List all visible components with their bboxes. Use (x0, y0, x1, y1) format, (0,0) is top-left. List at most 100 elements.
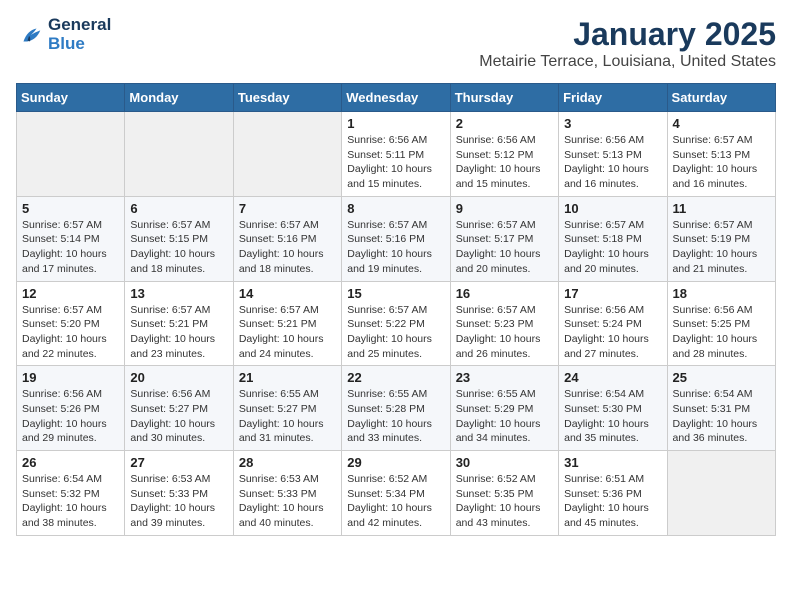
day-info: Sunrise: 6:57 AM Sunset: 5:19 PM Dayligh… (673, 218, 770, 277)
weekday-header-wednesday: Wednesday (342, 84, 450, 112)
day-number: 18 (673, 286, 770, 301)
day-number: 27 (130, 455, 227, 470)
calendar-cell: 27 Sunrise: 6:53 AM Sunset: 5:33 PM Dayli… (125, 451, 233, 536)
calendar-cell: 17 Sunrise: 6:56 AM Sunset: 5:24 PM Dayli… (559, 281, 667, 366)
weekday-header-tuesday: Tuesday (233, 84, 341, 112)
weekday-header-thursday: Thursday (450, 84, 558, 112)
day-number: 15 (347, 286, 444, 301)
day-info: Sunrise: 6:56 AM Sunset: 5:12 PM Dayligh… (456, 133, 553, 192)
day-info: Sunrise: 6:53 AM Sunset: 5:33 PM Dayligh… (130, 472, 227, 531)
day-number: 8 (347, 201, 444, 216)
day-number: 30 (456, 455, 553, 470)
weekday-header-sunday: Sunday (17, 84, 125, 112)
logo-text: General Blue (48, 16, 111, 53)
day-info: Sunrise: 6:56 AM Sunset: 5:27 PM Dayligh… (130, 387, 227, 446)
day-info: Sunrise: 6:57 AM Sunset: 5:18 PM Dayligh… (564, 218, 661, 277)
calendar-cell: 29Sunrise: 6:52 AM Sunset: 5:34 PM Dayli… (342, 451, 450, 536)
week-row-3: 12 Sunrise: 6:57 AM Sunset: 5:20 PM Dayli… (17, 281, 776, 366)
day-number: 11 (673, 201, 770, 216)
calendar-cell: 3 Sunrise: 6:56 AM Sunset: 5:13 PM Daylig… (559, 112, 667, 197)
week-row-1: 1 Sunrise: 6:56 AM Sunset: 5:11 PM Daylig… (17, 112, 776, 197)
day-info: Sunrise: 6:56 AM Sunset: 5:13 PM Dayligh… (564, 133, 661, 192)
calendar-cell: 2 Sunrise: 6:56 AM Sunset: 5:12 PM Daylig… (450, 112, 558, 197)
day-number: 19 (22, 370, 119, 385)
day-info: Sunrise: 6:54 AM Sunset: 5:30 PM Dayligh… (564, 387, 661, 446)
day-info: Sunrise: 6:56 AM Sunset: 5:25 PM Dayligh… (673, 303, 770, 362)
calendar-cell (17, 112, 125, 197)
calendar-cell: 19 Sunrise: 6:56 AM Sunset: 5:26 PM Dayli… (17, 366, 125, 451)
day-info: Sunrise: 6:57 AM Sunset: 5:21 PM Dayligh… (130, 303, 227, 362)
day-number: 25 (673, 370, 770, 385)
day-number: 29 (347, 455, 444, 470)
calendar-cell: 28 Sunrise: 6:53 AM Sunset: 5:33 PM Dayli… (233, 451, 341, 536)
day-number: 31 (564, 455, 661, 470)
calendar-cell: 11 Sunrise: 6:57 AM Sunset: 5:19 PM Dayli… (667, 196, 775, 281)
calendar-cell: 8 Sunrise: 6:57 AM Sunset: 5:16 PM Daylig… (342, 196, 450, 281)
logo-bird-icon (16, 21, 44, 49)
day-number: 3 (564, 116, 661, 131)
day-info: Sunrise: 6:57 AM Sunset: 5:21 PM Dayligh… (239, 303, 336, 362)
calendar-cell: 31Sunrise: 6:51 AM Sunset: 5:36 PM Dayli… (559, 451, 667, 536)
calendar-cell: 1 Sunrise: 6:56 AM Sunset: 5:11 PM Daylig… (342, 112, 450, 197)
day-number: 22 (347, 370, 444, 385)
calendar-cell: 5 Sunrise: 6:57 AM Sunset: 5:14 PM Daylig… (17, 196, 125, 281)
day-info: Sunrise: 6:57 AM Sunset: 5:14 PM Dayligh… (22, 218, 119, 277)
calendar-cell: 30 Sunrise: 6:52 AM Sunset: 5:35 PM Dayli… (450, 451, 558, 536)
day-info: Sunrise: 6:57 AM Sunset: 5:16 PM Dayligh… (347, 218, 444, 277)
day-info: Sunrise: 6:55 AM Sunset: 5:27 PM Dayligh… (239, 387, 336, 446)
week-row-5: 26 Sunrise: 6:54 AM Sunset: 5:32 PM Dayli… (17, 451, 776, 536)
day-number: 12 (22, 286, 119, 301)
calendar-cell: 13 Sunrise: 6:57 AM Sunset: 5:21 PM Dayli… (125, 281, 233, 366)
day-info: Sunrise: 6:53 AM Sunset: 5:33 PM Dayligh… (239, 472, 336, 531)
day-number: 16 (456, 286, 553, 301)
weekday-header-monday: Monday (125, 84, 233, 112)
day-info: Sunrise: 6:55 AM Sunset: 5:29 PM Dayligh… (456, 387, 553, 446)
calendar-cell: 16Sunrise: 6:57 AM Sunset: 5:23 PM Dayli… (450, 281, 558, 366)
day-number: 6 (130, 201, 227, 216)
day-number: 1 (347, 116, 444, 131)
month-title: January 2025 (479, 16, 776, 53)
day-number: 21 (239, 370, 336, 385)
day-number: 4 (673, 116, 770, 131)
day-number: 23 (456, 370, 553, 385)
calendar-cell (233, 112, 341, 197)
calendar-cell: 22 Sunrise: 6:55 AM Sunset: 5:28 PM Dayli… (342, 366, 450, 451)
day-info: Sunrise: 6:55 AM Sunset: 5:28 PM Dayligh… (347, 387, 444, 446)
day-info: Sunrise: 6:54 AM Sunset: 5:32 PM Dayligh… (22, 472, 119, 531)
calendar-cell: 4 Sunrise: 6:57 AM Sunset: 5:13 PM Daylig… (667, 112, 775, 197)
day-info: Sunrise: 6:57 AM Sunset: 5:15 PM Dayligh… (130, 218, 227, 277)
day-number: 28 (239, 455, 336, 470)
day-number: 9 (456, 201, 553, 216)
day-number: 14 (239, 286, 336, 301)
week-row-4: 19 Sunrise: 6:56 AM Sunset: 5:26 PM Dayli… (17, 366, 776, 451)
weekday-header-friday: Friday (559, 84, 667, 112)
calendar-cell: 21 Sunrise: 6:55 AM Sunset: 5:27 PM Dayli… (233, 366, 341, 451)
day-number: 13 (130, 286, 227, 301)
day-info: Sunrise: 6:57 AM Sunset: 5:20 PM Dayligh… (22, 303, 119, 362)
day-number: 24 (564, 370, 661, 385)
day-info: Sunrise: 6:56 AM Sunset: 5:26 PM Dayligh… (22, 387, 119, 446)
week-row-2: 5 Sunrise: 6:57 AM Sunset: 5:14 PM Daylig… (17, 196, 776, 281)
calendar-cell: 24 Sunrise: 6:54 AM Sunset: 5:30 PM Dayli… (559, 366, 667, 451)
calendar-cell: 25 Sunrise: 6:54 AM Sunset: 5:31 PM Dayli… (667, 366, 775, 451)
day-info: Sunrise: 6:57 AM Sunset: 5:22 PM Dayligh… (347, 303, 444, 362)
day-number: 10 (564, 201, 661, 216)
calendar-cell: 26 Sunrise: 6:54 AM Sunset: 5:32 PM Dayli… (17, 451, 125, 536)
day-info: Sunrise: 6:56 AM Sunset: 5:11 PM Dayligh… (347, 133, 444, 192)
day-number: 26 (22, 455, 119, 470)
day-info: Sunrise: 6:54 AM Sunset: 5:31 PM Dayligh… (673, 387, 770, 446)
day-info: Sunrise: 6:57 AM Sunset: 5:13 PM Dayligh… (673, 133, 770, 192)
title-area: January 2025 Metairie Terrace, Louisiana… (479, 16, 776, 71)
day-info: Sunrise: 6:57 AM Sunset: 5:16 PM Dayligh… (239, 218, 336, 277)
day-number: 2 (456, 116, 553, 131)
calendar-cell: 14 Sunrise: 6:57 AM Sunset: 5:21 PM Dayli… (233, 281, 341, 366)
logo: General Blue (16, 16, 111, 53)
day-info: Sunrise: 6:52 AM Sunset: 5:35 PM Dayligh… (456, 472, 553, 531)
day-number: 5 (22, 201, 119, 216)
day-info: Sunrise: 6:56 AM Sunset: 5:24 PM Dayligh… (564, 303, 661, 362)
calendar-cell: 15 Sunrise: 6:57 AM Sunset: 5:22 PM Dayli… (342, 281, 450, 366)
day-number: 17 (564, 286, 661, 301)
calendar-cell: 23 Sunrise: 6:55 AM Sunset: 5:29 PM Dayli… (450, 366, 558, 451)
page-header: General Blue January 2025 Metairie Terra… (16, 16, 776, 71)
calendar-cell: 7Sunrise: 6:57 AM Sunset: 5:16 PM Daylig… (233, 196, 341, 281)
